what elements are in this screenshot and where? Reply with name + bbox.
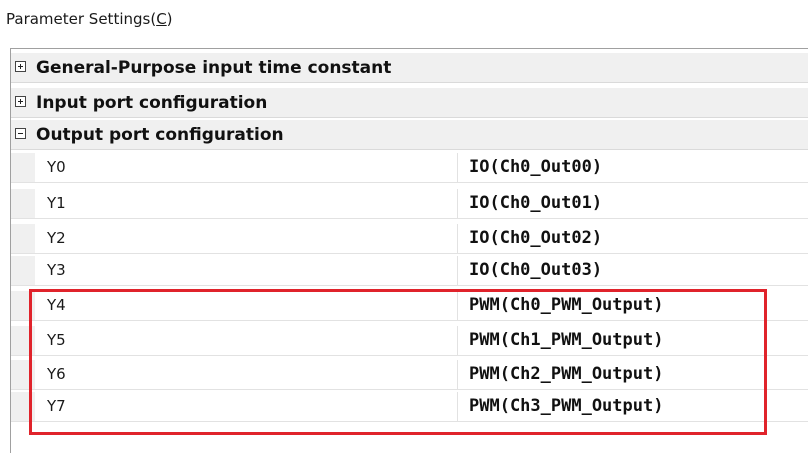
property-value[interactable]: PWM(Ch3_PWM_Output) bbox=[469, 396, 663, 416]
property-value[interactable]: PWM(Ch1_PWM_Output) bbox=[469, 330, 663, 350]
property-name: Y5 bbox=[47, 331, 66, 349]
property-name: Y6 bbox=[47, 365, 66, 383]
column-divider[interactable] bbox=[457, 326, 458, 355]
collapse-minus-icon[interactable] bbox=[15, 128, 26, 139]
property-row-y5[interactable]: Y5 PWM(Ch1_PWM_Output) bbox=[11, 326, 808, 356]
property-grid: General-Purpose input time constant Inpu… bbox=[10, 48, 808, 453]
property-value[interactable]: IO(Ch0_Out00) bbox=[469, 157, 602, 177]
property-row-y4[interactable]: Y4 PWM(Ch0_PWM_Output) bbox=[11, 291, 808, 321]
category-label: General-Purpose input time constant bbox=[36, 58, 392, 78]
row-gutter bbox=[11, 256, 35, 285]
property-value[interactable]: PWM(Ch2_PWM_Output) bbox=[469, 364, 663, 384]
property-value[interactable]: IO(Ch0_Out02) bbox=[469, 228, 602, 248]
row-gutter bbox=[11, 291, 35, 320]
category-label: Input port configuration bbox=[36, 93, 268, 113]
column-divider[interactable] bbox=[457, 360, 458, 389]
category-label: Output port configuration bbox=[36, 125, 284, 145]
column-divider[interactable] bbox=[457, 392, 458, 421]
column-divider[interactable] bbox=[457, 153, 458, 182]
property-value[interactable]: PWM(Ch0_PWM_Output) bbox=[469, 295, 663, 315]
property-name: Y0 bbox=[47, 158, 66, 176]
column-divider[interactable] bbox=[457, 189, 458, 218]
category-general-purpose-input-time-constant[interactable]: General-Purpose input time constant bbox=[11, 53, 808, 83]
property-row-y6[interactable]: Y6 PWM(Ch2_PWM_Output) bbox=[11, 360, 808, 390]
row-gutter bbox=[11, 189, 35, 218]
property-row-y3[interactable]: Y3 IO(Ch0_Out03) bbox=[11, 256, 808, 286]
property-name: Y3 bbox=[47, 261, 66, 279]
category-output-port-configuration[interactable]: Output port configuration bbox=[11, 120, 808, 150]
property-row-y2[interactable]: Y2 IO(Ch0_Out02) bbox=[11, 224, 808, 254]
column-divider[interactable] bbox=[457, 256, 458, 285]
row-gutter bbox=[11, 153, 35, 182]
row-gutter bbox=[11, 224, 35, 253]
property-name: Y1 bbox=[47, 194, 66, 212]
property-row-y7[interactable]: Y7 PWM(Ch3_PWM_Output) bbox=[11, 392, 808, 422]
row-gutter bbox=[11, 360, 35, 389]
property-name: Y4 bbox=[47, 296, 66, 314]
column-divider[interactable] bbox=[457, 224, 458, 253]
property-value[interactable]: IO(Ch0_Out01) bbox=[469, 193, 602, 213]
expand-plus-icon[interactable] bbox=[15, 61, 26, 72]
property-value[interactable]: IO(Ch0_Out03) bbox=[469, 260, 602, 280]
property-name: Y2 bbox=[47, 229, 66, 247]
category-input-port-configuration[interactable]: Input port configuration bbox=[11, 88, 808, 118]
property-name: Y7 bbox=[47, 397, 66, 415]
panel-title: Parameter Settings(C) bbox=[6, 10, 173, 28]
panel-title-prefix: Parameter Settings( bbox=[6, 10, 157, 28]
expand-plus-icon[interactable] bbox=[15, 96, 26, 107]
property-row-y0[interactable]: Y0 IO(Ch0_Out00) bbox=[11, 153, 808, 183]
panel-title-suffix: ) bbox=[166, 10, 173, 28]
row-gutter bbox=[11, 326, 35, 355]
panel-title-mnemonic: C bbox=[156, 10, 167, 28]
column-divider[interactable] bbox=[457, 291, 458, 320]
property-row-y1[interactable]: Y1 IO(Ch0_Out01) bbox=[11, 189, 808, 219]
row-gutter bbox=[11, 392, 35, 421]
